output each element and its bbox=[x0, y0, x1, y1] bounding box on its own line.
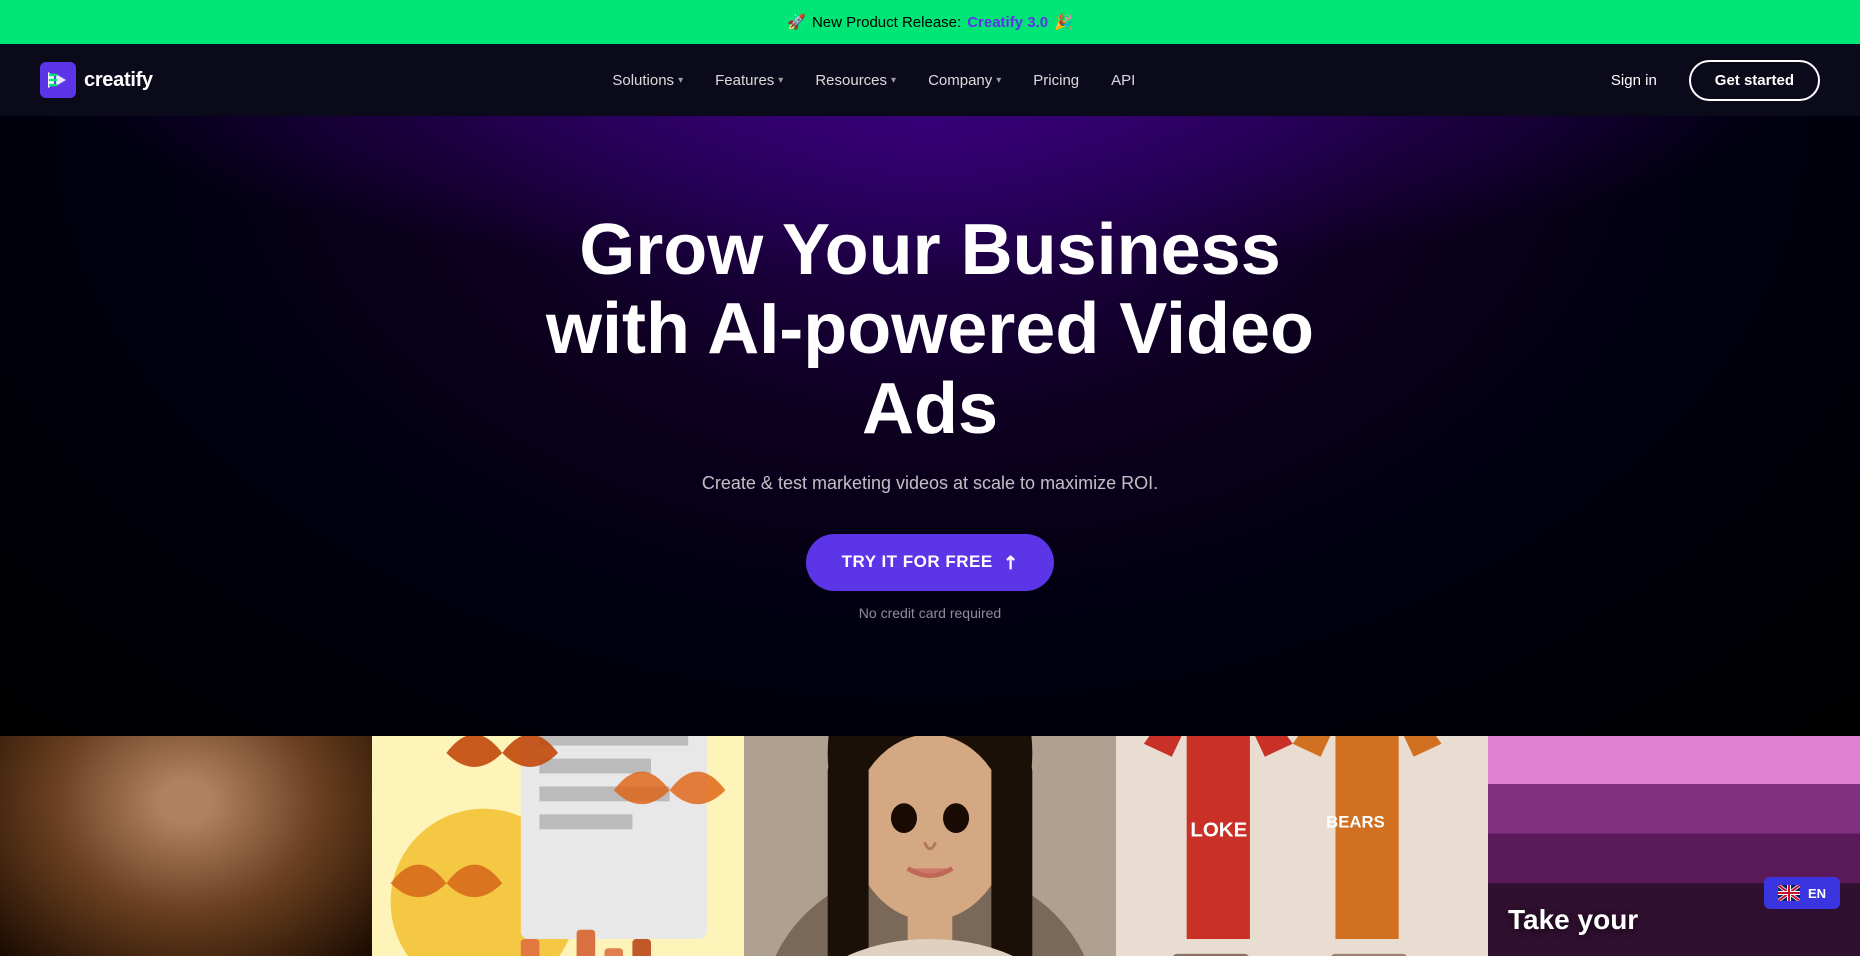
nav-item-features[interactable]: Features ▾ bbox=[701, 64, 797, 97]
cta-label: TRY IT FOR FREE bbox=[842, 552, 993, 572]
hero-subtitle: Create & test marketing videos at scale … bbox=[702, 473, 1158, 494]
svg-text:BEARS: BEARS bbox=[1326, 812, 1385, 831]
try-free-button[interactable]: TRY IT FOR FREE ↗ bbox=[806, 534, 1055, 591]
arrow-icon: ↗ bbox=[998, 549, 1024, 575]
nav-link-api[interactable]: API bbox=[1097, 64, 1149, 97]
thumbnail-5[interactable]: Take your bbox=[1488, 736, 1860, 956]
sign-in-button[interactable]: Sign in bbox=[1595, 64, 1673, 97]
uk-flag-icon bbox=[1778, 885, 1800, 901]
nav-link-pricing[interactable]: Pricing bbox=[1019, 64, 1093, 97]
shirts-svg: LOKE BEARS The Loasy bbox=[1116, 736, 1488, 956]
chevron-down-icon: ▾ bbox=[996, 75, 1001, 86]
nav-item-solutions[interactable]: Solutions ▾ bbox=[598, 64, 697, 97]
hero-section: Grow Your Business with AI-powered Video… bbox=[0, 116, 1860, 736]
navbar: creatify Solutions ▾ Features ▾ Resource… bbox=[0, 44, 1860, 116]
language-selector[interactable]: EN bbox=[1764, 877, 1840, 909]
logo[interactable]: creatify bbox=[40, 62, 153, 98]
nav-actions: Sign in Get started bbox=[1595, 60, 1820, 101]
nav-link-features[interactable]: Features ▾ bbox=[701, 64, 797, 97]
thumbnail-3[interactable] bbox=[744, 736, 1116, 956]
take-your-overlay: Take your bbox=[1508, 904, 1638, 936]
thumbnail-4[interactable]: LOKE BEARS The Loasy bbox=[1116, 736, 1488, 956]
announcement-bar: 🚀 New Product Release: Creatify 3.0 🎉 bbox=[0, 0, 1860, 44]
announcement-text: New Product Release: bbox=[812, 14, 961, 31]
announcement-highlight[interactable]: Creatify 3.0 bbox=[967, 14, 1048, 31]
svg-text:LOKE: LOKE bbox=[1190, 819, 1247, 842]
woman-face-svg bbox=[744, 736, 1116, 956]
announcement-rocket-emoji: 🚀 bbox=[787, 13, 806, 31]
no-credit-text: No credit card required bbox=[859, 605, 1001, 621]
nav-link-resources[interactable]: Resources ▾ bbox=[801, 64, 910, 97]
hero-title: Grow Your Business with AI-powered Video… bbox=[480, 211, 1380, 449]
nav-link-company[interactable]: Company ▾ bbox=[914, 64, 1015, 97]
person-face-svg bbox=[0, 736, 372, 956]
get-started-button[interactable]: Get started bbox=[1689, 60, 1820, 101]
chevron-down-icon: ▾ bbox=[891, 75, 896, 86]
thumbnail-2[interactable] bbox=[372, 736, 744, 956]
nav-item-api[interactable]: API bbox=[1097, 64, 1149, 97]
chevron-down-icon: ▾ bbox=[678, 75, 683, 86]
thumbnails-strip: LOKE BEARS The Loasy bbox=[0, 736, 1860, 956]
logo-text: creatify bbox=[84, 69, 153, 92]
nav-item-resources[interactable]: Resources ▾ bbox=[801, 64, 910, 97]
nav-links: Solutions ▾ Features ▾ Resources ▾ Compa… bbox=[598, 64, 1149, 97]
chevron-down-icon: ▾ bbox=[778, 75, 783, 86]
nav-link-solutions[interactable]: Solutions ▾ bbox=[598, 64, 697, 97]
nav-item-company[interactable]: Company ▾ bbox=[914, 64, 1015, 97]
nav-item-pricing[interactable]: Pricing bbox=[1019, 64, 1093, 97]
crafts-svg bbox=[372, 736, 744, 956]
announcement-suffix-emoji: 🎉 bbox=[1054, 13, 1073, 31]
thumbnail-1[interactable] bbox=[0, 736, 372, 956]
language-code: EN bbox=[1808, 886, 1826, 901]
logo-icon bbox=[40, 62, 76, 98]
